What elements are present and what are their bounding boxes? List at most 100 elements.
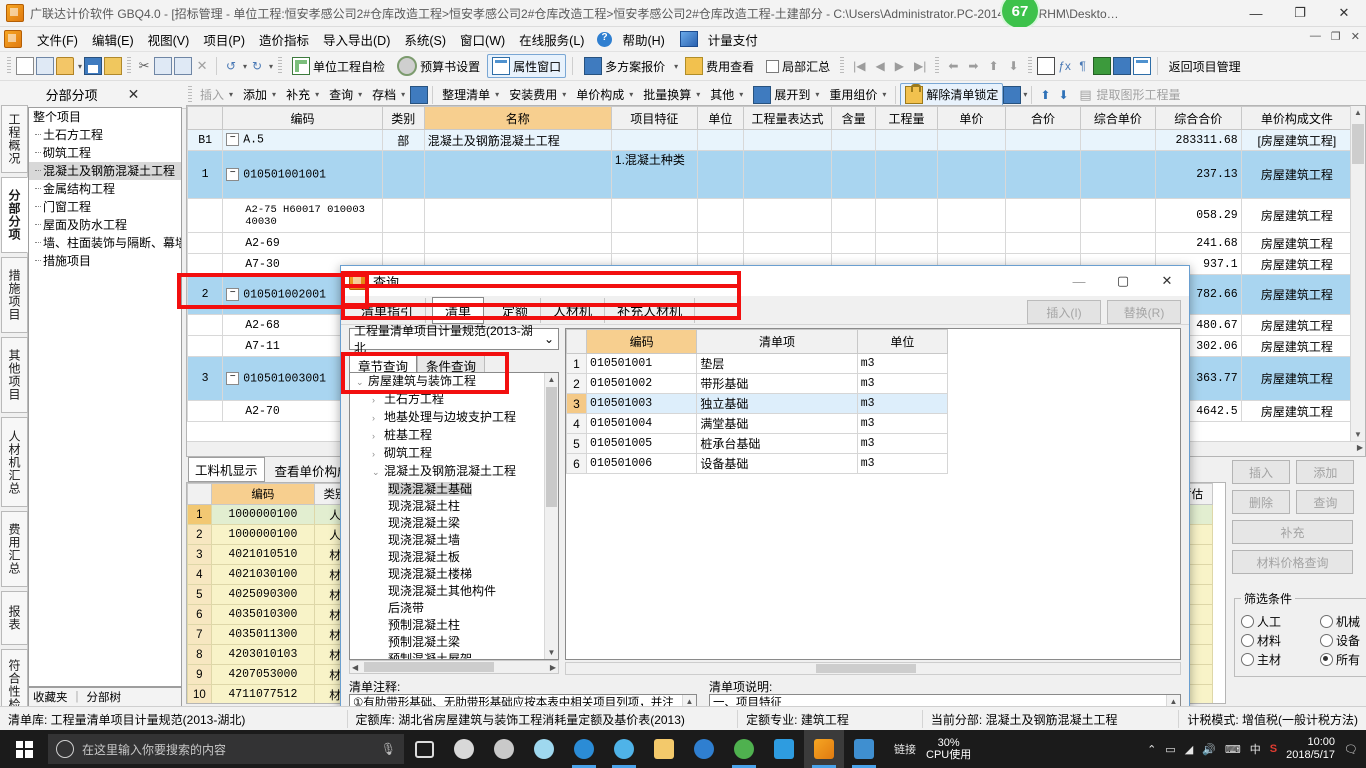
toolbar-grip-6[interactable] — [1027, 57, 1032, 75]
toolbar-grip-3[interactable] — [278, 57, 283, 75]
mdi-close-button[interactable]: ✕ — [1351, 30, 1360, 43]
dtree-item-10[interactable]: 现浇混凝土板 — [350, 549, 558, 566]
action-center-icon[interactable]: 🗨 — [1344, 743, 1358, 756]
mdi-minimize-button[interactable]: — — [1310, 30, 1321, 43]
dialog-row[interactable]: 1 010501001 垫层 m3 — [566, 353, 949, 374]
organize-list-button[interactable]: 整理清单 ▾ — [437, 83, 504, 106]
first-record-icon[interactable]: |◀ — [849, 59, 869, 73]
dtree-item-13[interactable]: 后浇带 — [350, 600, 558, 617]
project-tree-panel[interactable]: 整个项目 土石方工程 砌筑工程 混凝土及钢筋混凝土工程 金属结构工程 门窗工程 … — [28, 107, 182, 687]
table-row[interactable]: 1 −010501001001 1.混凝土种类 237.13 房屋建筑工程 — [187, 150, 1354, 199]
dialog-minimize-button[interactable]: — — [1057, 266, 1101, 296]
tray-network-icon[interactable]: ◢ — [1185, 743, 1193, 756]
unlock-list-button[interactable]: 解除清单锁定 — [900, 82, 1004, 107]
taskbar-app-blue-plus[interactable] — [764, 730, 804, 768]
maximize-button[interactable]: ❐ — [1278, 0, 1322, 26]
multi-quote-button[interactable]: 多方案报价 — [579, 54, 670, 78]
forward-icon[interactable]: ➡ — [964, 59, 982, 73]
return-project-button[interactable]: 返回项目管理 — [1164, 55, 1246, 78]
delete-icon[interactable]: ✕ — [194, 58, 210, 74]
taskbar-search-input[interactable]: 在这里输入你要搜索的内容 🎙 — [48, 734, 404, 764]
chevron-icon[interactable]: › — [372, 410, 384, 427]
material-price-query-button[interactable]: 材料价格查询 — [1232, 550, 1353, 574]
tray-ime-indicator[interactable]: 中 — [1250, 741, 1261, 757]
menu-item-file[interactable]: 文件(F) — [30, 27, 85, 52]
dialog-tab-list-guide[interactable]: 清单指引 — [349, 297, 427, 323]
dialog-row[interactable]: 5 010501005 桩承台基础 m3 — [566, 433, 949, 454]
tree-item-measure-items[interactable]: 措施项目 — [29, 252, 181, 270]
format-painter-caret[interactable]: ▾ — [1023, 90, 1027, 99]
expander-icon[interactable]: − — [226, 133, 240, 147]
toolbar-grip-2[interactable] — [127, 57, 132, 75]
radio-icon[interactable] — [1319, 653, 1333, 666]
chevron-icon[interactable]: › — [372, 446, 384, 463]
row-down-icon[interactable]: ⬇ — [1054, 88, 1072, 102]
col-expression[interactable]: 工程量表达式 — [743, 106, 833, 130]
dtree-item-9[interactable]: 现浇混凝土墙 — [350, 532, 558, 549]
vtab-reports[interactable]: 报表 — [1, 591, 28, 645]
property-window-button[interactable]: 属性窗口 — [487, 54, 567, 78]
query-dialog[interactable]: 查询 — ▢ ✕ 清单指引 清单 定额 人材机 补充人材机 插入(I) 替换(R… — [340, 265, 1190, 730]
dcol-unit[interactable]: 单位 — [856, 329, 949, 354]
expand-to-button[interactable]: 展开到 ▾ — [748, 83, 824, 107]
section-tree-tab[interactable]: 分部树 — [83, 689, 126, 705]
table-row[interactable]: A2-75 H60017 010003 40030 058.29 房屋建筑工程 — [187, 198, 1354, 233]
dtree-item-8[interactable]: 现浇混凝土梁 — [350, 515, 558, 532]
dtree-item-1[interactable]: › 土石方工程 — [350, 391, 558, 409]
vtab-labor-material-summary[interactable]: 人材机汇总 — [1, 417, 28, 507]
add-row-button[interactable]: 添加 — [1296, 460, 1355, 484]
tree-scroll-right-icon[interactable]: ▶ — [550, 663, 558, 672]
col-unit[interactable]: 单位 — [696, 106, 745, 130]
taskbar-clock[interactable]: 10:00 2018/5/17 — [1286, 736, 1335, 762]
main-grid-vscrollbar[interactable]: ▲ ▼ — [1350, 106, 1365, 456]
standard-select[interactable]: 工程量清单项目计量规范(2013-湖北 ⌄ — [349, 324, 559, 355]
scroll-right-icon[interactable]: ▶ — [1357, 443, 1363, 452]
new-file-icon[interactable] — [16, 57, 34, 75]
radio-icon[interactable] — [1241, 615, 1254, 628]
new-project-icon[interactable] — [36, 57, 54, 75]
taskbar-app-gbq[interactable] — [804, 730, 844, 768]
dialog-results-grid[interactable]: 编码 清单项 单位 1 010501001 垫层 m3 2 010501002 … — [565, 328, 1181, 660]
dialog-row[interactable]: 6 010501006 设备基础 m3 — [566, 453, 949, 474]
dialog-tab-supplement-labor-material[interactable]: 补充人材机 — [605, 297, 696, 323]
save-icon[interactable] — [84, 57, 103, 75]
filter-labor[interactable]: 人工 — [1241, 613, 1281, 630]
dialog-category-tree[interactable]: ⌄ 房屋建筑与装饰工程 › 土石方工程 › 地基处理与边坡支护工程 › 桩基工程 › 砌筑… — [349, 372, 559, 660]
unit-price-composition-button[interactable]: 单价构成 ▾ — [571, 83, 638, 106]
menu-item-import-export[interactable]: 导入导出(D) — [316, 27, 397, 52]
undo-caret[interactable]: ▾ — [243, 62, 247, 71]
taskbar-app-explorer[interactable] — [644, 730, 684, 768]
menu-item-system[interactable]: 系统(S) — [397, 27, 453, 52]
lcol-code[interactable]: 编码 — [210, 483, 316, 505]
copy-icon[interactable] — [154, 57, 173, 75]
col-name[interactable]: 名称 — [423, 106, 612, 130]
dialog-grid-hscrollbar[interactable] — [565, 662, 1181, 675]
dtree-item-14[interactable]: 预制混凝土柱 — [350, 617, 558, 634]
tab-labor-material-display[interactable]: 工料机显示 — [188, 457, 265, 482]
dtree-item-5[interactable]: ⌄ 混凝土及钢筋混凝土工程 — [350, 463, 558, 481]
menu-item-project[interactable]: 项目(P) — [196, 27, 252, 52]
save-as-icon[interactable] — [104, 57, 123, 75]
dialog-replace-button[interactable]: 替换(R) — [1107, 300, 1181, 324]
dialog-tree-vscrollbar[interactable]: ▲ ▼ — [544, 373, 558, 659]
chevron-icon[interactable]: ⌄ — [372, 464, 384, 481]
menu-item-online-service[interactable]: 在线服务(L) — [512, 27, 591, 52]
expander-icon[interactable]: − — [226, 287, 240, 301]
tree-root[interactable]: 整个项目 — [29, 108, 181, 126]
self-check-button[interactable]: 单位工程自检 — [287, 54, 390, 78]
package-icon[interactable] — [1092, 57, 1111, 75]
expander-icon[interactable]: − — [226, 371, 240, 385]
taskbar-app-ie[interactable] — [564, 730, 604, 768]
filter-all[interactable]: 所有 — [1319, 651, 1360, 668]
table-row[interactable]: A2-69 241.68 房屋建筑工程 — [187, 232, 1354, 254]
dtree-item-3[interactable]: › 桩基工程 — [350, 427, 558, 445]
query-button[interactable]: 查询 ▾ — [324, 83, 367, 106]
dtree-item-6[interactable]: 现浇混凝土基础 — [350, 481, 558, 498]
radio-icon[interactable] — [1319, 615, 1333, 628]
col-unit-price[interactable]: 单价 — [936, 106, 1007, 130]
vtab-section-items[interactable]: 分部分项 — [1, 177, 28, 253]
supplement-row-button[interactable]: 补充 — [1232, 520, 1353, 544]
taskbar-links-label[interactable]: 链接 — [894, 741, 916, 757]
menu-item-edit[interactable]: 编辑(E) — [85, 27, 141, 52]
col-rowno[interactable] — [187, 106, 224, 130]
